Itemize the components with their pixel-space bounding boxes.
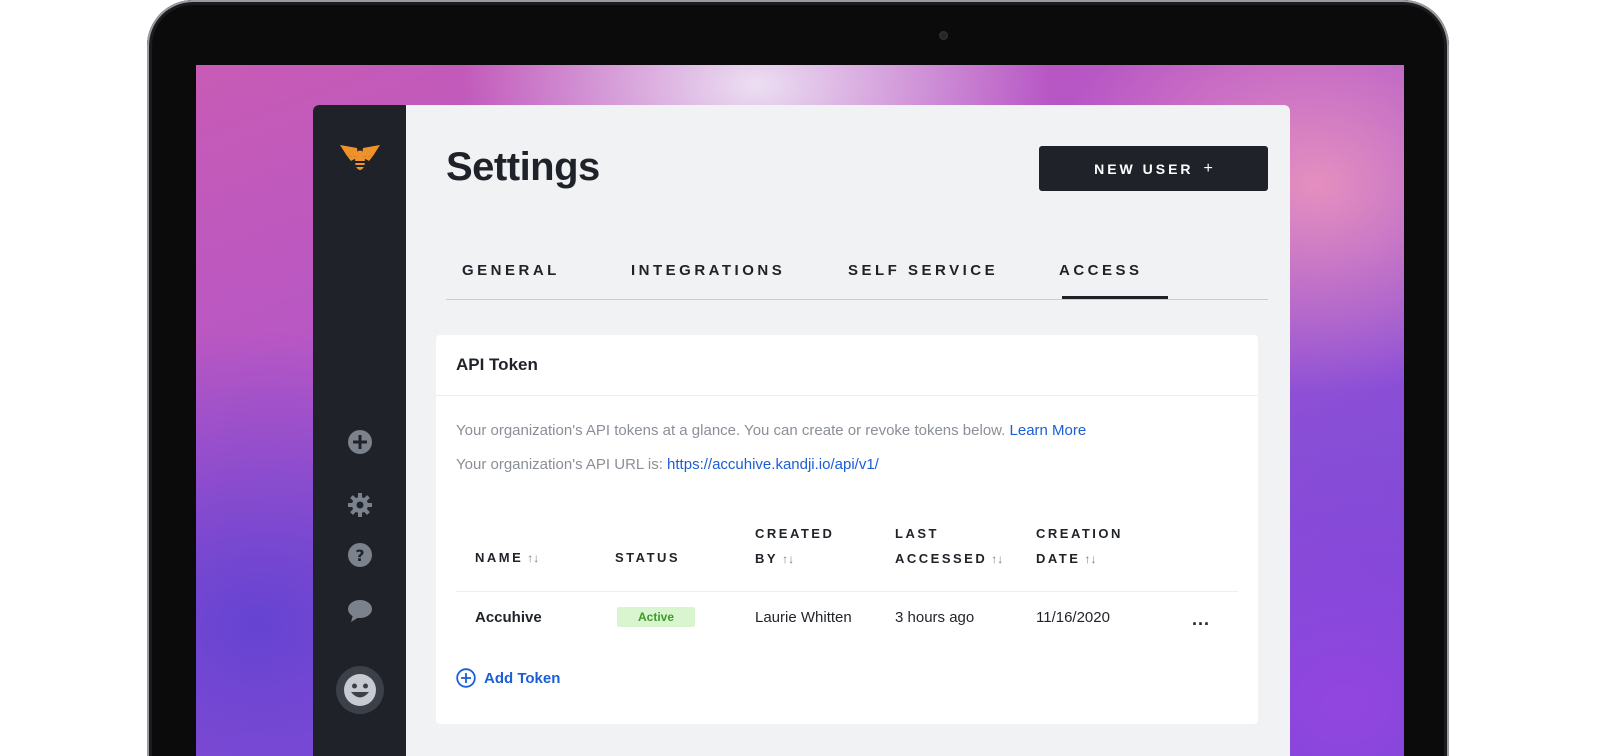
help-icon[interactable]: ? <box>347 542 373 568</box>
camera-dot <box>939 31 948 40</box>
token-creation-date: 11/16/2020 <box>1036 609 1110 626</box>
sort-icon[interactable]: ↑↓ <box>991 552 1003 566</box>
card-divider <box>436 395 1258 396</box>
table-divider <box>456 591 1238 592</box>
token-name: Accuhive <box>475 609 542 626</box>
status-badge: Active <box>617 607 695 627</box>
row-more-menu[interactable]: ... <box>1192 609 1210 630</box>
tab-access[interactable]: ACCESS <box>1059 262 1143 279</box>
column-header-last-accessed[interactable]: LAST ACCESSED ↑↓ <box>895 521 1003 572</box>
column-header-name[interactable]: NAME ↑↓ <box>475 545 539 571</box>
chat-icon[interactable] <box>347 598 373 624</box>
add-token-button[interactable]: Add Token <box>456 668 560 688</box>
column-header-created-by[interactable]: CREATED BY ↑↓ <box>755 521 834 572</box>
column-header-status: STATUS <box>615 550 681 565</box>
svg-text:?: ? <box>355 546 364 565</box>
api-token-description: Your organization's API tokens at a glan… <box>456 422 1087 439</box>
active-tab-indicator <box>1062 296 1168 299</box>
add-token-label: Add Token <box>484 669 561 687</box>
plus-icon: + <box>1203 159 1213 177</box>
tab-integrations[interactable]: INTEGRATIONS <box>631 262 785 279</box>
smiley-avatar-icon <box>344 674 376 706</box>
api-url-link[interactable]: https://accuhive.kandji.io/api/v1/ <box>667 456 879 473</box>
sidebar: ? <box>313 105 406 756</box>
learn-more-link[interactable]: Learn More <box>1010 422 1087 439</box>
card-title: API Token <box>456 355 538 374</box>
api-token-card: API Token Your organization's API tokens… <box>436 335 1258 724</box>
sort-icon[interactable]: ↑↓ <box>782 552 794 566</box>
column-header-creation-date[interactable]: CREATION DATE ↑↓ <box>1036 521 1123 572</box>
page-title: Settings <box>446 145 600 189</box>
app-window: ? Settings NEW USER + GENERAL INTEGRATIO… <box>313 105 1290 756</box>
add-circle-icon[interactable] <box>347 429 373 455</box>
sort-icon[interactable]: ↑↓ <box>527 551 539 565</box>
new-user-button[interactable]: NEW USER + <box>1039 146 1268 191</box>
gear-icon[interactable] <box>347 492 373 518</box>
bee-logo-icon[interactable] <box>337 139 383 175</box>
tab-general[interactable]: GENERAL <box>462 262 560 279</box>
add-circle-icon <box>456 668 476 688</box>
sort-icon[interactable]: ↑↓ <box>1084 552 1096 566</box>
api-url-line: Your organization's API URL is: https://… <box>456 456 879 473</box>
token-created-by: Laurie Whitten <box>755 609 852 626</box>
settings-main: Settings NEW USER + GENERAL INTEGRATIONS… <box>406 105 1290 756</box>
settings-tabs: GENERAL INTEGRATIONS SELF SERVICE ACCESS <box>446 250 1268 300</box>
new-user-label: NEW USER <box>1094 160 1194 177</box>
tab-self-service[interactable]: SELF SERVICE <box>848 262 998 279</box>
user-avatar[interactable] <box>336 666 384 714</box>
token-last-accessed: 3 hours ago <box>895 609 975 626</box>
